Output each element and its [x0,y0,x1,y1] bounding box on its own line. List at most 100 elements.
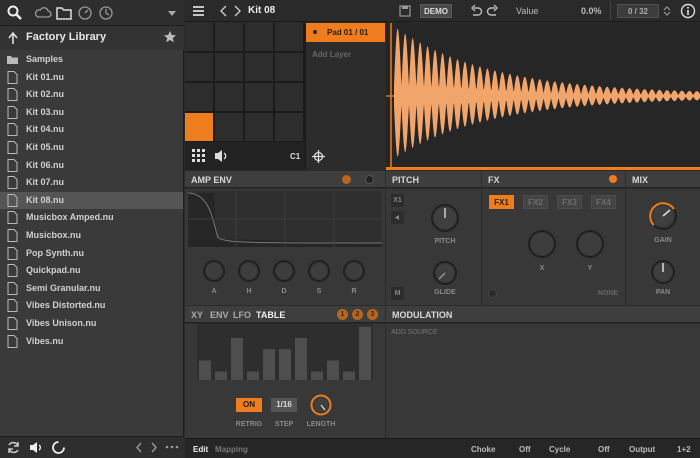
file-item[interactable]: Kit 03.nu [0,104,183,121]
info-icon[interactable] [680,3,696,19]
mapping-tab[interactable]: Mapping [215,445,248,454]
file-item[interactable]: Kit 02.nu [0,86,183,103]
fx-slot-1[interactable]: FX1 [489,195,514,209]
amp-knob-r[interactable] [341,258,367,287]
folder-item[interactable]: Samples [0,51,183,68]
next-preset-icon[interactable] [232,5,242,17]
file-item[interactable]: Kit 06.nu [0,157,183,174]
folder-icon[interactable] [55,4,73,22]
drum-pad[interactable] [215,53,243,81]
file-item[interactable]: Kit 05.nu [0,139,183,156]
history-icon[interactable] [97,4,115,22]
undo-icon[interactable] [470,4,483,18]
drum-pad[interactable] [275,23,303,51]
fx-y-knob[interactable] [573,227,607,261]
pitch-left-button[interactable] [391,211,404,224]
fx-x-knob[interactable] [525,227,559,261]
mod-slot-badge[interactable]: 1 [337,309,348,320]
drum-pad[interactable] [245,23,273,51]
envelope-graph[interactable] [188,191,382,247]
fx-bypass-toggle[interactable] [488,289,497,298]
output-value[interactable]: 1+2 [677,445,691,454]
file-item[interactable]: Quickpad.nu [0,262,183,279]
cloud-icon[interactable] [34,4,52,22]
pan-knob[interactable] [648,257,678,287]
x1-button[interactable]: X1 [391,194,404,207]
drum-pad[interactable] [275,53,303,81]
file-item[interactable]: Kit 01.nu [0,69,183,86]
sync-icon[interactable] [6,440,21,455]
file-item[interactable]: Vibes.nu [0,333,183,350]
redo-icon[interactable] [486,4,499,18]
tab-env[interactable]: ENV [210,310,229,320]
counter-spinner[interactable] [662,5,672,17]
speaker-icon[interactable] [28,440,44,455]
drum-pad[interactable] [185,53,213,81]
drum-pad[interactable] [275,83,303,111]
fx-slot-4[interactable]: FX4 [591,195,616,209]
choke-value[interactable]: Off [519,445,531,454]
length-knob[interactable] [309,393,333,417]
save-icon[interactable] [399,5,411,17]
file-item[interactable]: Vibes Unison.nu [0,315,183,332]
fx-slot-3[interactable]: FX3 [557,195,582,209]
tab-xy[interactable]: XY [191,310,203,320]
amp-knob-a[interactable] [201,258,227,287]
add-source-button[interactable]: ADD SOURCE [391,329,438,336]
layer-item-active[interactable]: Pad 01 / 01 [306,23,385,42]
amp-knob-d[interactable] [271,258,297,287]
file-item[interactable]: Musicbox.nu [0,227,183,244]
gain-knob[interactable] [646,199,680,233]
drum-pad[interactable] [245,53,273,81]
drum-pad[interactable] [245,113,273,141]
add-layer-button[interactable]: Add Layer [312,50,351,59]
favorite-star-icon[interactable] [163,30,177,44]
fx-power-indicator[interactable] [609,175,617,183]
file-item[interactable]: Kit 04.nu [0,121,183,138]
grid-view-icon[interactable] [192,149,206,163]
file-item[interactable]: Pop Synth.nu [0,245,183,262]
fx-slot-2[interactable]: FX2 [523,195,548,209]
step-sequencer[interactable] [197,324,373,380]
more-icon[interactable] [165,443,179,451]
file-item[interactable]: Kit 08.nu [0,191,183,209]
pitch-knob[interactable] [428,201,462,235]
drum-pad[interactable] [245,83,273,111]
drum-pad[interactable] [275,113,303,141]
amp-env-mode-icon[interactable] [342,175,351,184]
prev-preset-icon[interactable] [219,5,229,17]
demo-button[interactable]: DEMO [420,4,452,18]
file-item[interactable]: Musicbox Amped.nu [0,209,183,226]
mod-slot-badge[interactable]: 2 [352,309,363,320]
menu-icon[interactable] [192,5,205,17]
amp-knob-s[interactable] [306,258,332,287]
m-button[interactable]: M [391,287,404,300]
drum-pad[interactable] [215,113,243,141]
mod-slot-badge[interactable]: 3 [367,309,378,320]
dropdown-caret-icon[interactable] [163,4,181,22]
tab-table[interactable]: TABLE [256,310,285,320]
cycle-value[interactable]: Off [598,445,610,454]
glide-knob[interactable] [430,258,460,288]
edit-tab[interactable]: Edit [193,445,208,454]
drum-pad[interactable] [185,83,213,111]
previous-icon[interactable] [134,441,144,454]
drum-pad[interactable] [185,23,213,51]
tab-lfo[interactable]: LFO [233,310,251,320]
file-item[interactable]: Kit 07.nu [0,174,183,191]
drum-pad[interactable] [185,113,213,141]
crosshair-icon[interactable] [312,150,325,163]
drum-pad[interactable] [215,83,243,111]
amp-knob-h[interactable] [236,258,262,287]
file-item[interactable]: Vibes Distorted.nu [0,297,183,314]
gauge-icon[interactable] [76,4,94,22]
back-up-icon[interactable] [7,31,19,45]
search-icon[interactable] [6,4,24,22]
next-icon[interactable] [149,441,159,454]
step-rate-button[interactable]: 1/16 [271,398,297,412]
pad-speaker-icon[interactable] [214,149,230,163]
amp-env-toggle[interactable] [365,175,374,184]
file-item[interactable]: Semi Granular.nu [0,280,183,297]
drum-pad[interactable] [215,23,243,51]
retrig-on-button[interactable]: ON [236,398,262,412]
